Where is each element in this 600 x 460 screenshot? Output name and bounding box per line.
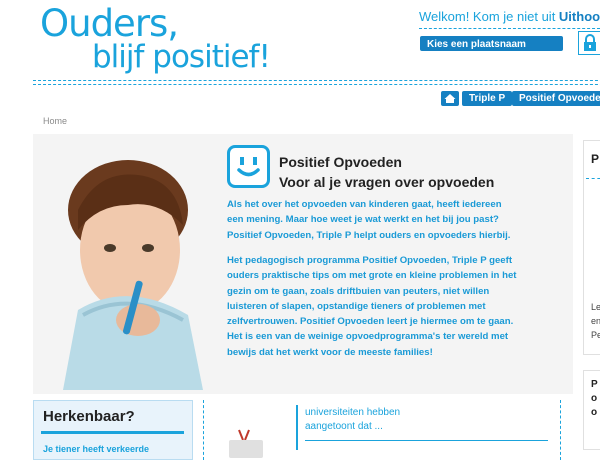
- right-sidebar2-line-3: o: [591, 407, 598, 418]
- choose-place-button[interactable]: Kies een plaatsnaam: [420, 36, 563, 51]
- article-paragraph-2: Het pedagogisch programma Positief Opvoe…: [227, 255, 517, 358]
- welcome-text: Welkom! Kom je niet uit: [419, 9, 559, 24]
- herkenbaar-title: Herkenbaar?: [43, 408, 135, 425]
- lock-icon: [584, 34, 596, 51]
- header-bottom-divider-1: [33, 80, 600, 81]
- tv-icon: [229, 429, 263, 458]
- article-subtitle: Voor al je vragen over opvoeden: [279, 174, 495, 190]
- breadcrumb-home[interactable]: Home: [43, 116, 67, 126]
- smiley-icon: [227, 145, 270, 188]
- right-sidebar-text-1: Le: [591, 302, 600, 312]
- quote-underline: [305, 440, 548, 441]
- bottom-divider-left: [203, 400, 204, 460]
- header-divider: [419, 28, 600, 29]
- article-title: Positief Opvoeden: [279, 154, 402, 170]
- nav-triple-p[interactable]: Triple P: [462, 91, 513, 106]
- right-sidebar2-line-2: o: [591, 393, 598, 404]
- right-sidebar2-line-1: P: [591, 379, 598, 390]
- herkenbaar-underline: [41, 431, 184, 434]
- quote-bar: [296, 405, 298, 450]
- quote-line-2: aangetoont dat ...: [305, 421, 383, 432]
- home-icon: [444, 94, 456, 103]
- right-sidebar-heading: P: [591, 152, 600, 166]
- right-sidebar-divider: [586, 178, 600, 179]
- right-sidebar-text-3: Pe: [591, 330, 600, 340]
- current-place[interactable]: Uithoorn?: [559, 9, 600, 24]
- quote-line-1: universiteiten hebben: [305, 407, 401, 418]
- nav-positief-opvoeden[interactable]: Positief Opvoeden: [512, 91, 600, 106]
- article-paragraph-1: Als het over het opvoeden van kinderen g…: [227, 199, 511, 241]
- header-bottom-divider-2: [33, 84, 600, 85]
- logo-line2: blijf positief!: [92, 39, 271, 75]
- right-sidebar-text-2: en: [591, 316, 600, 326]
- bottom-divider-right: [560, 400, 561, 460]
- site-logo-tagline[interactable]: blijf positief!: [92, 38, 271, 76]
- welcome-message: Welkom! Kom je niet uit Uithoorn?: [419, 9, 600, 24]
- child-photo: [38, 150, 215, 390]
- home-nav-button[interactable]: [441, 91, 459, 106]
- login-lock-icon[interactable]: [578, 31, 600, 55]
- herkenbaar-text: Je tiener heeft verkeerde: [43, 444, 150, 454]
